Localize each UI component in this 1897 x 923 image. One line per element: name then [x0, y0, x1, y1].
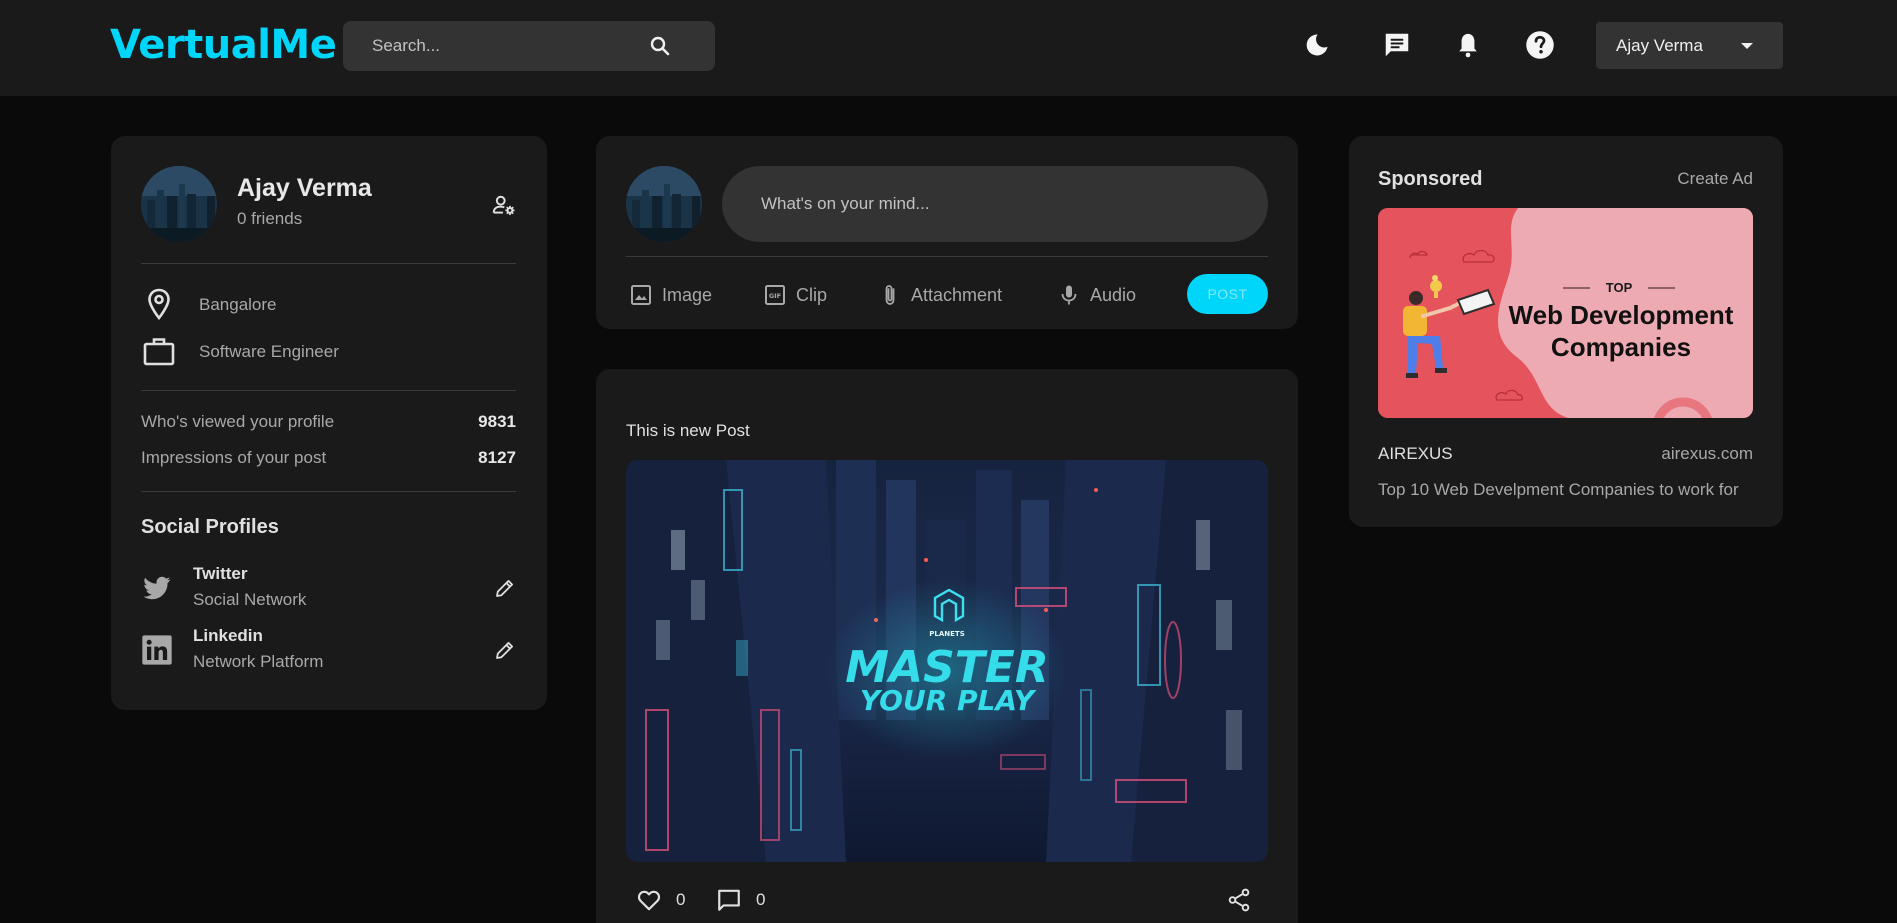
divider: [141, 491, 516, 492]
chat-icon[interactable]: [1380, 28, 1414, 62]
user-menu-dropdown[interactable]: Ajay Verma: [1596, 22, 1783, 69]
image-action-label: Image: [662, 284, 713, 305]
attachment-action-button[interactable]: Attachment: [878, 281, 1002, 309]
paperclip-icon: [885, 285, 895, 305]
profile-views-value: 9831: [478, 412, 516, 431]
ad-image-top: TOP: [1606, 280, 1633, 295]
search-input[interactable]: [343, 21, 643, 71]
help-icon[interactable]: [1523, 28, 1557, 62]
divider: [141, 263, 516, 264]
clip-action-button[interactable]: GIF Clip: [763, 281, 827, 309]
like-count: 0: [676, 890, 686, 909]
attachment-action-label: Attachment: [911, 284, 1003, 305]
sponsored-title: Sponsored: [1378, 168, 1483, 190]
ad-image-line-1: Web Development: [1509, 300, 1734, 330]
top-navbar: VertualMe Ajay Verma: [0, 0, 1897, 96]
comment-icon: [718, 889, 740, 911]
whats-on-your-mind-input[interactable]: [722, 166, 1268, 242]
audio-action-button[interactable]: Audio: [1057, 281, 1136, 309]
location-row: Bangalore: [141, 286, 521, 322]
ad-url-link[interactable]: airexus.com: [1661, 444, 1753, 464]
twitter-icon: [143, 576, 171, 600]
social-subtitle: Social Network: [193, 590, 307, 609]
avatar[interactable]: [141, 166, 217, 242]
image-icon: [631, 285, 651, 305]
post-text: This is new Post: [626, 421, 750, 440]
clip-action-label: Clip: [796, 284, 828, 305]
ad-company-name: AIREXUS: [1378, 444, 1453, 463]
post-image[interactable]: PLANETS MASTER YOUR PLAY: [626, 460, 1268, 862]
search-icon[interactable]: [648, 34, 672, 58]
profile-name[interactable]: Ajay Verma: [237, 174, 372, 203]
post-image-brand: PLANETS: [929, 630, 964, 638]
divider: [141, 390, 516, 391]
edit-twitter-icon[interactable]: [493, 576, 517, 600]
post-composer-card: Image GIF Clip Attachment Audio POST: [596, 136, 1298, 329]
divider: [626, 256, 1268, 257]
social-item-linkedin: Linkedin Network Platform: [141, 626, 517, 678]
ad-image[interactable]: TOP Web Development Companies: [1378, 208, 1753, 418]
search-bar: [343, 21, 715, 71]
like-button[interactable]: 0: [636, 883, 685, 917]
bell-icon[interactable]: [1451, 28, 1485, 62]
post-image-headline-2: YOUR PLAY: [860, 684, 1037, 717]
friends-count: 0 friends: [237, 209, 303, 228]
app-logo[interactable]: VertualMe: [110, 22, 337, 68]
image-action-button[interactable]: Image: [629, 281, 712, 309]
social-name: Twitter: [193, 564, 248, 583]
profile-views-row[interactable]: Who's viewed your profile 9831: [141, 412, 516, 436]
moon-icon[interactable]: [1300, 28, 1334, 62]
briefcase-icon: [143, 338, 175, 366]
post-card: This is new Post PLANETS MASTER YOUR PLA…: [596, 369, 1298, 923]
audio-action-label: Audio: [1090, 284, 1137, 305]
post-impressions-value: 8127: [478, 448, 516, 467]
avatar[interactable]: [626, 166, 702, 242]
ad-description: Top 10 Web Develpment Companies to work …: [1378, 480, 1739, 499]
manage-account-icon[interactable]: [491, 192, 517, 218]
profile-views-label: Who's viewed your profile: [141, 412, 335, 431]
occupation-text: Software Engineer: [199, 342, 339, 361]
social-profiles-title: Social Profiles: [141, 516, 279, 538]
post-impressions-label: Impressions of your post: [141, 448, 327, 467]
share-icon[interactable]: [1226, 887, 1252, 913]
comment-count: 0: [756, 890, 766, 909]
post-actions-bar: 0 0: [626, 883, 1268, 917]
profile-card: Ajay Verma 0 friends Bangalore Software …: [111, 136, 547, 710]
city-avatar-image: [141, 166, 217, 242]
user-menu-name: Ajay Verma: [1616, 36, 1703, 55]
edit-linkedin-icon[interactable]: [493, 638, 517, 662]
social-item-twitter: Twitter Social Network: [141, 564, 517, 616]
heart-icon: [637, 890, 661, 911]
sponsored-card: Sponsored Create Ad TOP Web Development …: [1349, 136, 1783, 527]
microphone-icon: [1061, 285, 1077, 305]
social-subtitle: Network Platform: [193, 652, 324, 671]
post-button[interactable]: POST: [1187, 274, 1268, 314]
city-avatar-image: [626, 166, 702, 242]
location-pin-icon: [148, 288, 170, 321]
post-impressions-row[interactable]: Impressions of your post 8127: [141, 448, 516, 472]
occupation-row: Software Engineer: [141, 333, 521, 369]
ad-image-line-2: Companies: [1551, 332, 1691, 362]
chevron-down-icon: [1741, 43, 1753, 49]
location-text: Bangalore: [199, 295, 277, 314]
gif-icon: GIF: [765, 285, 785, 305]
svg-text:GIF: GIF: [769, 292, 781, 300]
create-ad-link[interactable]: Create Ad: [1677, 169, 1753, 189]
social-name: Linkedin: [193, 626, 263, 645]
comment-button[interactable]: 0: [716, 883, 765, 917]
linkedin-icon: [142, 635, 172, 665]
